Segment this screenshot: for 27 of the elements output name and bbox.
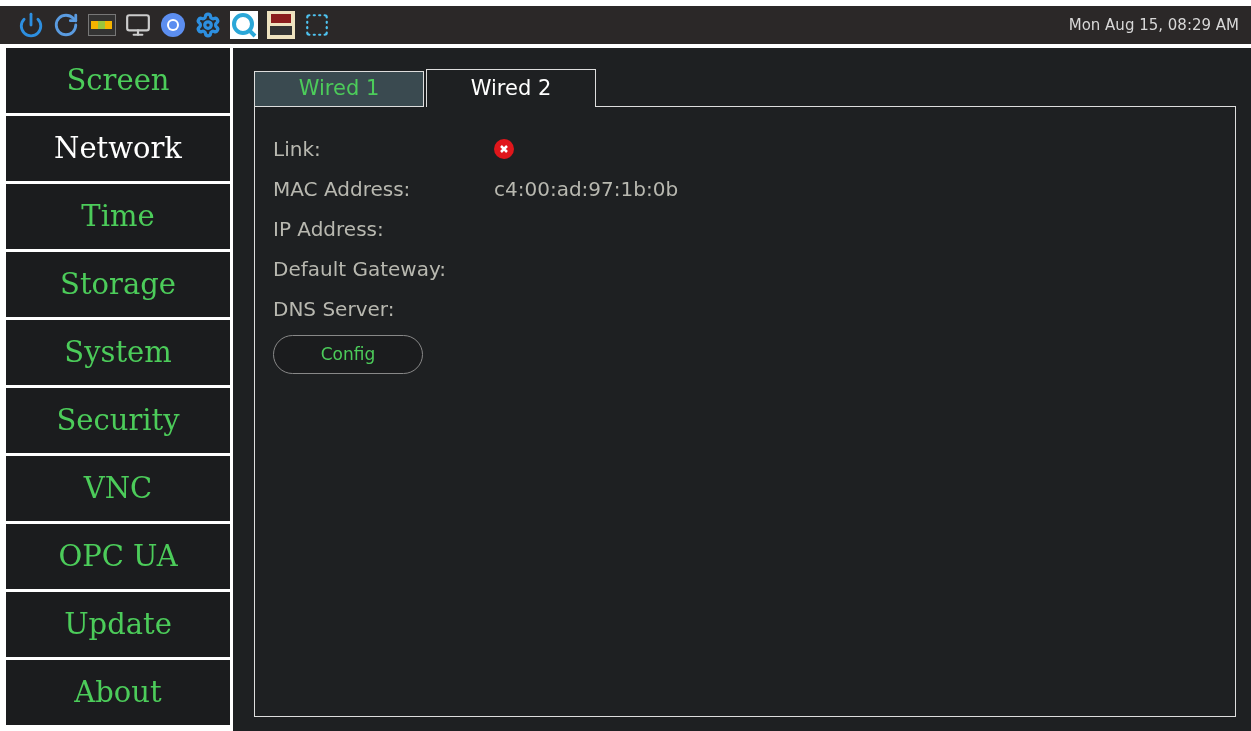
magnifier-app-icon[interactable] — [230, 11, 258, 39]
selection-icon[interactable] — [304, 12, 330, 38]
sidebar-item[interactable]: Network — [6, 116, 230, 181]
config-button[interactable]: Config — [273, 335, 423, 374]
sidebar-item[interactable]: Update — [6, 592, 230, 657]
sidebar-item[interactable]: System — [6, 320, 230, 385]
field-label: Link: — [273, 136, 322, 163]
chip-logo-icon[interactable] — [88, 14, 116, 36]
sidebar-item[interactable]: Time — [6, 184, 230, 249]
clock: Mon Aug 15, 08:29 AM — [1068, 14, 1239, 36]
refresh-icon[interactable] — [53, 12, 79, 38]
field-value: c4:00:ad:97:1b:0b — [494, 176, 679, 203]
field-label: MAC Address: — [273, 176, 412, 203]
browser-icon[interactable] — [160, 12, 186, 38]
tab[interactable]: Wired 1 — [254, 71, 424, 107]
field-label: IP Address: — [273, 216, 385, 243]
settings-icon[interactable] — [195, 12, 221, 38]
sidebar-item[interactable]: Security — [6, 388, 230, 453]
field-label: Default Gateway: — [273, 256, 448, 283]
sidebar-item[interactable]: Screen — [6, 48, 230, 113]
sidebar-item[interactable]: About — [6, 660, 230, 725]
sidebar-item[interactable]: OPC UA — [6, 524, 230, 589]
sidebar-item[interactable]: Storage — [6, 252, 230, 317]
field-label: DNS Server: — [273, 296, 396, 323]
tab[interactable]: Wired 2 — [426, 69, 596, 107]
power-icon[interactable] — [18, 12, 44, 38]
sidebar-item[interactable]: VNC — [6, 456, 230, 521]
